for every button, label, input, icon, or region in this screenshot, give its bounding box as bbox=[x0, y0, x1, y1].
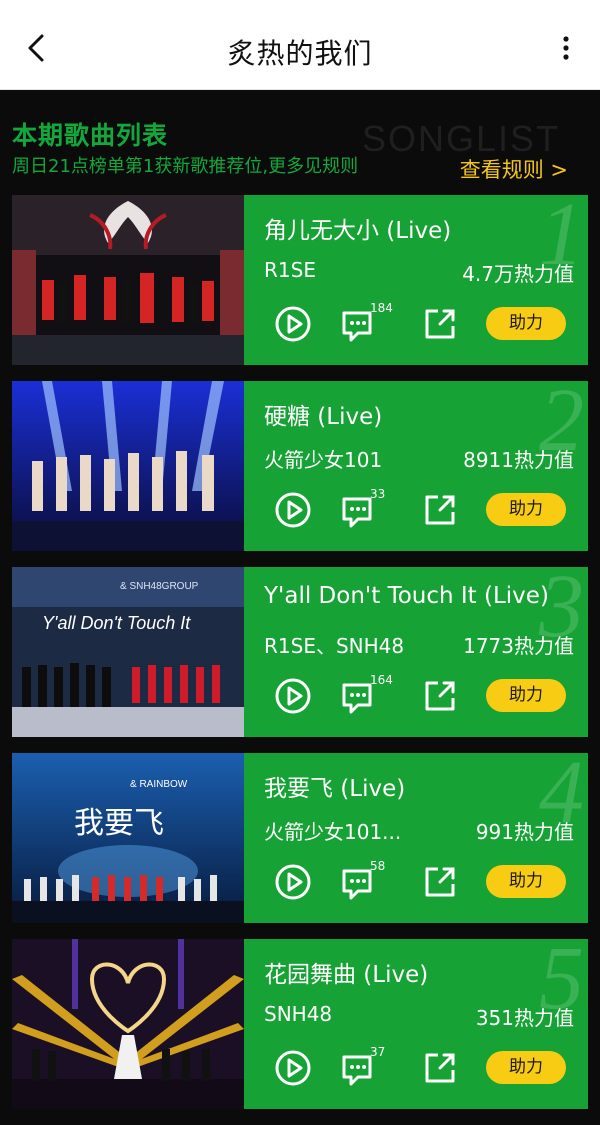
artist-name: R1SE、SNH48 bbox=[264, 634, 405, 658]
song-card: 5 花园舞曲 (Live) SNH48 351热力值 37 助力 bbox=[12, 939, 588, 1109]
song-info-panel: 1 角儿无大小 (Live) R1SE 4.7万热力值 184 助力 bbox=[244, 195, 588, 365]
song-info-panel: 5 花园舞曲 (Live) SNH48 351热力值 37 助力 bbox=[244, 939, 588, 1109]
song-info-panel: 3 Y'all Don't Touch It (Live) R1SE、SNH48… bbox=[244, 567, 588, 737]
boost-button[interactable]: 助力 bbox=[486, 493, 566, 526]
song-thumbnail[interactable] bbox=[12, 939, 244, 1109]
song-info-panel: 2 硬糖 (Live) 火箭少女101 8911热力值 33 助力 bbox=[244, 381, 588, 551]
song-card: & RAINBOW 我要飞 4 我要飞 (Live) 火箭少女101... 99… bbox=[12, 753, 588, 923]
share-icon[interactable] bbox=[422, 1050, 458, 1086]
artist-name: SNH48 bbox=[264, 1002, 333, 1026]
thumb-overlay-text: 我要飞 bbox=[74, 806, 164, 841]
thumb-subtext: & RAINBOW bbox=[130, 779, 188, 790]
thumb-subtext: & SNH48GROUP bbox=[120, 581, 199, 592]
comment-count: 33 bbox=[370, 487, 386, 501]
artist-name: R1SE bbox=[264, 258, 316, 282]
song-card: 2 硬糖 (Live) 火箭少女101 8911热力值 33 助力 bbox=[12, 381, 588, 551]
song-thumbnail[interactable]: & SNH48GROUP Y'all Don't Touch It bbox=[12, 567, 244, 737]
section-title: 本期歌曲列表 bbox=[12, 121, 169, 150]
song-title[interactable]: 花园舞曲 (Live) bbox=[264, 955, 428, 989]
thumb-overlay-text: Y'all Don't Touch It bbox=[42, 613, 191, 633]
boost-button[interactable]: 助力 bbox=[486, 865, 566, 898]
comment-count: 164 bbox=[370, 673, 393, 687]
play-icon[interactable] bbox=[274, 1049, 312, 1087]
song-card: 1 角儿无大小 (Live) R1SE 4.7万热力值 184 助力 bbox=[12, 195, 588, 365]
song-title[interactable]: 我要飞 (Live) bbox=[264, 769, 405, 803]
play-icon[interactable] bbox=[274, 677, 312, 715]
songlist-section: SONGLIST 本期歌曲列表 周日21点榜单第1获新歌推荐位,更多见规则 查看… bbox=[0, 90, 600, 1125]
song-title[interactable]: 硬糖 (Live) bbox=[264, 397, 382, 431]
comment-count: 37 bbox=[370, 1045, 386, 1059]
boost-button[interactable]: 助力 bbox=[486, 679, 566, 712]
heat-value: 1773热力值 bbox=[463, 634, 574, 658]
comment-count: 58 bbox=[370, 859, 386, 873]
heat-value: 8911热力值 bbox=[463, 448, 574, 472]
top-bar: 炙热的我们 bbox=[0, 0, 600, 90]
play-icon[interactable] bbox=[274, 491, 312, 529]
share-icon[interactable] bbox=[422, 864, 458, 900]
song-title[interactable]: Y'all Don't Touch It (Live) bbox=[264, 583, 549, 609]
boost-button[interactable]: 助力 bbox=[486, 307, 566, 340]
artist-name: 火箭少女101 bbox=[264, 448, 383, 472]
song-info-panel: 4 我要飞 (Live) 火箭少女101... 991热力值 58 助力 bbox=[244, 753, 588, 923]
artist-name: 火箭少女101... bbox=[264, 820, 402, 844]
view-rules-link[interactable]: 查看规则 > bbox=[460, 154, 568, 184]
boost-button[interactable]: 助力 bbox=[486, 1051, 566, 1084]
share-icon[interactable] bbox=[422, 492, 458, 528]
play-icon[interactable] bbox=[274, 305, 312, 343]
song-card: & SNH48GROUP Y'all Don't Touch It 3 Y'al… bbox=[12, 567, 588, 737]
section-subtitle: 周日21点榜单第1获新歌推荐位,更多见规则 bbox=[12, 156, 359, 177]
more-menu-icon[interactable] bbox=[556, 30, 576, 66]
play-icon[interactable] bbox=[274, 863, 312, 901]
share-icon[interactable] bbox=[422, 306, 458, 342]
heat-value: 351热力值 bbox=[475, 1006, 574, 1030]
page-title: 炙热的我们 bbox=[227, 37, 373, 70]
share-icon[interactable] bbox=[422, 678, 458, 714]
heat-value: 991热力值 bbox=[475, 820, 574, 844]
song-thumbnail[interactable] bbox=[12, 195, 244, 365]
song-title[interactable]: 角儿无大小 (Live) bbox=[264, 211, 451, 245]
song-thumbnail[interactable]: & RAINBOW 我要飞 bbox=[12, 753, 244, 923]
song-thumbnail[interactable] bbox=[12, 381, 244, 551]
heat-value: 4.7万热力值 bbox=[462, 262, 574, 286]
comment-count: 184 bbox=[370, 301, 393, 315]
